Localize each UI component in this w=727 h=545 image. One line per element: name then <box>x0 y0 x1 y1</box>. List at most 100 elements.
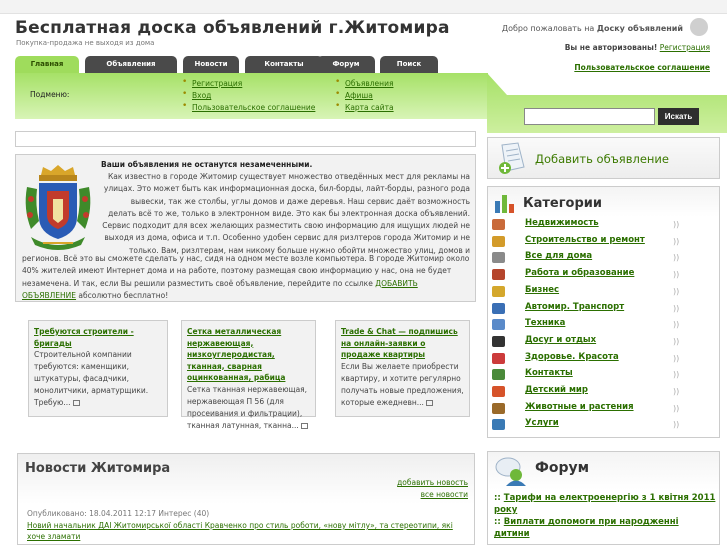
category-item[interactable]: Автомир. Транспорт <box>492 302 692 316</box>
categories-title: Категории <box>523 196 602 211</box>
rss-feed-icon[interactable]: )) <box>673 386 684 397</box>
tab-contacts[interactable]: Контакты <box>245 56 323 73</box>
category-item[interactable]: Досуг и отдых <box>492 335 692 349</box>
category-link[interactable]: Работа и образование <box>525 268 634 278</box>
category-item[interactable]: Работа и образование <box>492 268 692 282</box>
auth-status: Вы не авторизованы! Регистрация <box>565 43 710 52</box>
rss-feed-icon[interactable]: )) <box>673 236 684 247</box>
forum-topic-title[interactable]: Тарифи на електроенергію з 1 квітня 2011… <box>494 493 715 515</box>
category-item[interactable]: Животные и растения <box>492 402 692 416</box>
agreement-link[interactable]: Пользовательское соглашение <box>574 63 710 72</box>
add-ad-icon <box>499 142 525 174</box>
category-link[interactable]: Контакты <box>525 368 573 378</box>
paw-icon <box>492 402 505 414</box>
category-item[interactable]: Услуги <box>492 418 692 432</box>
category-item[interactable]: Строительство и ремонт <box>492 235 692 249</box>
forum-bullet: :: <box>494 517 504 527</box>
category-link[interactable]: Бизнес <box>525 285 559 295</box>
tab-search[interactable]: Поиск <box>380 56 438 73</box>
rss-feed-icon[interactable]: )) <box>673 403 684 414</box>
rss-feed-icon[interactable]: )) <box>673 286 684 297</box>
forum-bullet: :: <box>494 493 504 503</box>
rss-feed-icon[interactable]: )) <box>673 319 684 330</box>
teaser-text: Строительной компании требуются: каменщи… <box>34 350 149 407</box>
teaser-title[interactable]: Trade & Chat — подпишись на онлайн-заявк… <box>341 326 464 361</box>
forum-topic-title[interactable]: Виплати допомоги при народженні дитини <box>494 517 679 539</box>
rss-feed-icon[interactable]: )) <box>673 219 684 230</box>
intro-heading: Ваши объявления не останутся незамеченны… <box>101 160 313 169</box>
teaser-text: Если Вы желаете приобрести квартиру, и х… <box>341 361 464 407</box>
category-item[interactable]: Контакты <box>492 368 692 382</box>
category-link[interactable]: Автомир. Транспорт <box>525 302 624 312</box>
submenu-label: Подменю: <box>30 90 70 99</box>
category-link[interactable]: Здоровье. Красота <box>525 352 619 362</box>
category-item[interactable]: Все для дома <box>492 251 692 265</box>
news-meta: Опубликовано: 18.04.2011 12:17 Интерес (… <box>27 509 210 518</box>
category-link[interactable]: Строительство и ремонт <box>525 235 645 245</box>
submenu-sitemap[interactable]: Карта сайта <box>335 101 394 112</box>
welcome-site-name: Доску объявлений <box>596 24 683 33</box>
category-link[interactable]: Детский мир <box>525 385 588 395</box>
ball-icon <box>492 335 505 347</box>
tab-forum[interactable]: Форум <box>317 56 375 73</box>
submenu-registration[interactable]: Регистрация <box>182 77 242 88</box>
category-link[interactable]: Недвижимость <box>525 218 599 228</box>
rss-feed-icon[interactable]: )) <box>673 353 684 364</box>
add-news-link[interactable]: добавить новость <box>397 478 468 487</box>
briefcase-icon <box>492 269 505 281</box>
forum-topic[interactable]: :: Тарифи на електроенергію з 1 квітня 2… <box>494 492 716 516</box>
search-input[interactable] <box>524 108 655 125</box>
category-link[interactable]: Досуг и отдых <box>525 335 596 345</box>
category-item[interactable]: Здоровье. Красота <box>492 352 692 366</box>
teaser-title[interactable]: Сетка металлическая нержавеющая, низкоуг… <box>187 326 310 384</box>
submenu-agreement[interactable]: Пользовательское соглашение <box>182 101 315 112</box>
category-link[interactable]: Услуги <box>525 418 559 428</box>
rss-feed-icon[interactable]: )) <box>673 269 684 280</box>
people-icon <box>492 369 505 381</box>
registration-link[interactable]: Регистрация <box>660 43 710 52</box>
submenu-bar <box>15 73 488 119</box>
submenu-events[interactable]: Афиша <box>335 89 373 100</box>
heart-icon <box>492 352 505 364</box>
external-link-icon[interactable] <box>72 400 80 406</box>
welcome-prefix: Добро пожаловать на <box>501 24 595 33</box>
search-button[interactable]: Искать <box>658 108 699 125</box>
home-goods-icon <box>492 252 505 264</box>
submenu-login[interactable]: Вход <box>182 89 212 100</box>
rss-feed-icon[interactable]: )) <box>673 303 684 314</box>
tab-home[interactable]: Главная <box>15 56 79 73</box>
rss-feed-icon[interactable]: )) <box>673 419 684 430</box>
category-link[interactable]: Техника <box>525 318 565 328</box>
teaser-card: Сетка металлическая нержавеющая, низкоуг… <box>181 320 316 430</box>
rss-feed-icon[interactable]: )) <box>673 369 684 380</box>
external-link-icon[interactable] <box>300 422 308 429</box>
category-item[interactable]: Техника <box>492 318 692 332</box>
news-box: Новости Житомира добавить новость все но… <box>17 453 475 545</box>
house-icon <box>492 219 505 230</box>
tab-news[interactable]: Новости <box>183 56 239 73</box>
teaser-body: Если Вы желаете приобрести квартиру, и х… <box>341 361 464 409</box>
news-item-link[interactable]: Новий начальник ДАІ Житомирської області… <box>27 520 467 542</box>
magnifier-icon <box>492 419 505 431</box>
notice-bar <box>15 131 476 147</box>
category-item[interactable]: Недвижимость <box>492 218 692 232</box>
forum-topic[interactable]: :: Виплати допомоги при народженні дитин… <box>494 516 716 540</box>
teaser-body: Строительной компании требуются: каменщи… <box>34 349 162 409</box>
welcome-text: Добро пожаловать на Доску объявлений <box>502 24 683 33</box>
rss-feed-icon[interactable]: )) <box>673 252 684 263</box>
forum-title: Форум <box>535 460 590 476</box>
top-strip <box>0 0 727 14</box>
tools-icon <box>492 235 505 247</box>
category-link[interactable]: Животные и растения <box>525 402 634 412</box>
category-link[interactable]: Все для дома <box>525 251 592 261</box>
rss-feed-icon[interactable]: )) <box>673 336 684 347</box>
tab-ads[interactable]: Объявления <box>85 56 177 73</box>
category-item[interactable]: Бизнес <box>492 285 692 299</box>
category-item[interactable]: Детский мир <box>492 385 692 399</box>
submenu-ads[interactable]: Объявления <box>335 77 394 88</box>
external-link-icon[interactable] <box>425 399 433 406</box>
add-ad-label[interactable]: Добавить объявление <box>535 152 669 166</box>
teaser-title[interactable]: Требуются строители - бригады <box>34 326 162 349</box>
intro-text: Как известно в городе Житомир существует… <box>102 172 470 255</box>
all-news-link[interactable]: все новости <box>421 490 468 499</box>
